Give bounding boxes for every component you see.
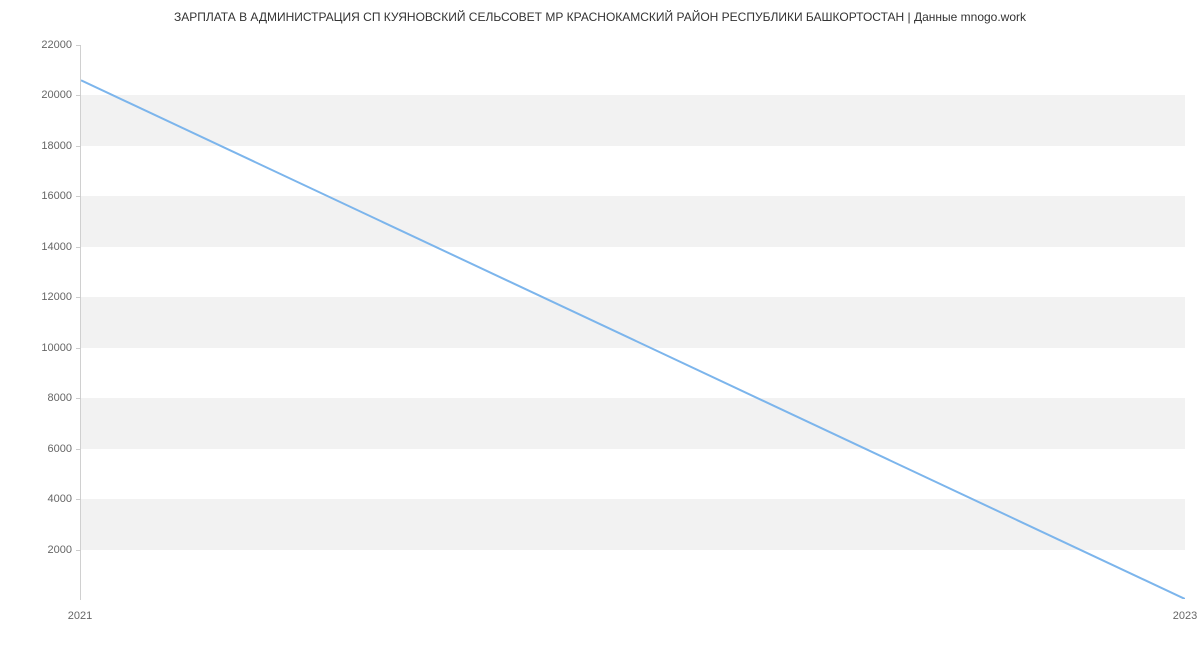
y-tick-label: 22000 (12, 39, 72, 51)
y-tick-label: 18000 (12, 140, 72, 152)
y-tick-label: 10000 (12, 342, 72, 354)
y-tick-label: 2000 (12, 544, 72, 556)
x-tick-label: 2023 (1173, 610, 1197, 622)
line-series (81, 45, 1185, 599)
y-tick-label: 6000 (12, 443, 72, 455)
y-tick-label: 12000 (12, 291, 72, 303)
y-tick-label: 16000 (12, 190, 72, 202)
y-tick-label: 8000 (12, 392, 72, 404)
y-tick-label: 20000 (12, 89, 72, 101)
chart-title: ЗАРПЛАТА В АДМИНИСТРАЦИЯ СП КУЯНОВСКИЙ С… (0, 10, 1200, 24)
plot-area (80, 45, 1185, 600)
y-tick-label: 4000 (12, 493, 72, 505)
x-tick-label: 2021 (68, 610, 92, 622)
y-tick-label: 14000 (12, 241, 72, 253)
